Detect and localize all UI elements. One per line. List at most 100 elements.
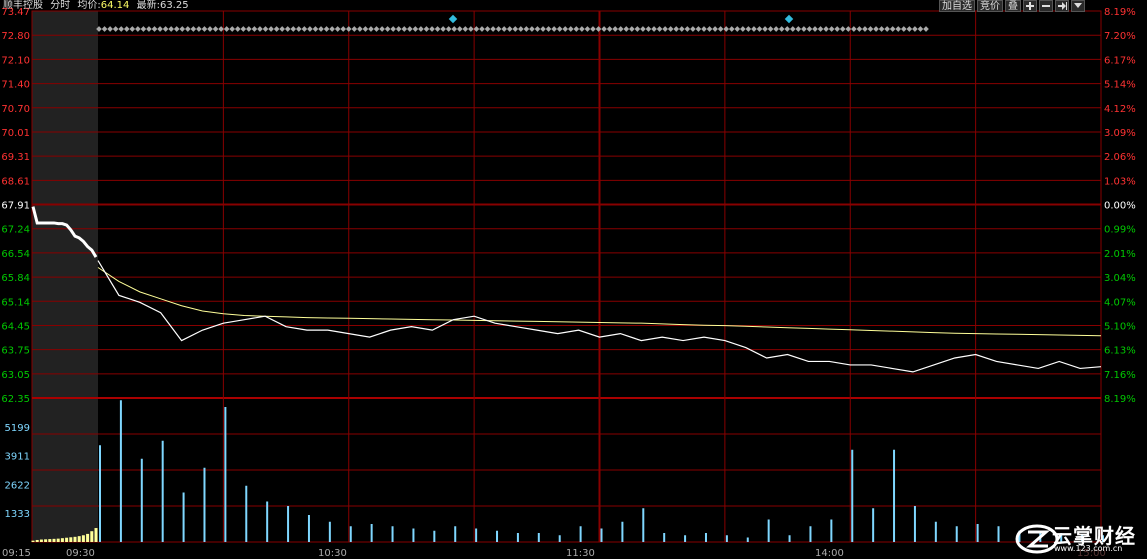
event-marker	[551, 26, 557, 32]
percent-tick-label: 0.99%	[1104, 225, 1136, 236]
event-marker	[601, 26, 607, 32]
event-marker	[584, 26, 591, 32]
auction-volume-bar	[86, 533, 90, 542]
auction-volume-bar	[73, 536, 77, 542]
event-marker	[889, 26, 896, 32]
percent-tick-label: 8.19%	[1104, 7, 1136, 18]
event-marker	[878, 26, 885, 32]
event-marker	[129, 26, 136, 32]
volume-bar	[307, 515, 310, 542]
percent-tick-label: 3.09%	[1104, 128, 1136, 139]
price-tick-label: 72.80	[1, 31, 30, 42]
event-marker	[734, 26, 741, 32]
event-marker	[395, 26, 402, 32]
event-marker	[562, 26, 569, 32]
event-marker	[817, 26, 824, 32]
event-marker	[567, 26, 574, 32]
event-marker	[895, 26, 902, 32]
auction-button[interactable]: 竞价	[977, 0, 1003, 12]
event-marker	[301, 26, 308, 32]
event-marker	[645, 26, 652, 32]
avg-price-label: 均价:	[77, 0, 101, 11]
add-watchlist-button[interactable]: 加自选	[939, 0, 975, 12]
event-marker	[257, 26, 263, 32]
overlay-button[interactable]: 叠	[1005, 0, 1021, 12]
event-marker	[873, 26, 879, 32]
event-marker	[462, 26, 469, 32]
percent-tick-label: 4.12%	[1104, 104, 1136, 115]
event-marker	[529, 26, 535, 32]
event-marker	[812, 26, 818, 32]
chevron-down-icon[interactable]	[1071, 0, 1085, 12]
event-marker	[368, 26, 374, 32]
volume-tick-label: 3911	[5, 452, 30, 463]
percent-tick-label: 0.00%	[1104, 201, 1136, 212]
volume-bar	[412, 528, 415, 542]
volume-bar	[182, 492, 185, 542]
volume-bar	[224, 407, 227, 542]
last-price-label: 最新:	[136, 0, 160, 11]
auction-panel-bg	[32, 11, 98, 542]
volume-bar	[809, 526, 812, 542]
event-marker	[146, 26, 152, 32]
event-marker	[268, 26, 274, 32]
volume-bar	[245, 485, 248, 542]
event-marker	[773, 26, 779, 32]
volume-bar	[266, 501, 269, 542]
event-marker	[740, 26, 746, 32]
intraday-chart: 73.4772.8072.1071.4070.7070.0169.3168.61…	[1, 7, 1136, 559]
event-marker	[695, 26, 702, 32]
event-marker	[517, 26, 524, 32]
auction-volume-bar	[44, 539, 48, 542]
event-marker	[923, 26, 929, 32]
event-marker	[240, 26, 247, 32]
volume-bar	[725, 535, 728, 542]
event-marker	[251, 26, 258, 32]
zoom-in-icon[interactable]	[1023, 0, 1037, 12]
event-marker	[345, 26, 352, 32]
event-marker	[912, 26, 918, 32]
event-marker	[412, 26, 419, 32]
event-marker	[401, 26, 408, 32]
event-marker	[839, 26, 846, 32]
volume-tick-label: 2622	[5, 480, 30, 491]
event-marker	[806, 26, 813, 32]
auction-volume-bar	[39, 539, 43, 542]
auction-volume-bar	[56, 538, 60, 542]
volume-bar	[391, 526, 394, 542]
avg-price-value: 64.14	[100, 0, 130, 11]
event-marker	[540, 26, 546, 32]
event-marker	[279, 26, 285, 32]
event-marker	[712, 26, 718, 32]
price-tick-label: 68.61	[1, 176, 30, 187]
event-marker	[273, 26, 280, 32]
auction-volume-bar	[52, 538, 56, 542]
event-marker	[784, 26, 791, 32]
event-marker	[290, 26, 297, 32]
price-tick-label: 71.40	[1, 80, 30, 91]
event-marker	[512, 26, 519, 32]
volume-bar	[851, 449, 854, 542]
event-marker	[379, 26, 385, 32]
event-marker	[357, 26, 363, 32]
volume-bar	[872, 508, 875, 542]
percent-tick-label: 8.19%	[1104, 394, 1136, 405]
event-marker	[828, 26, 835, 32]
jump-end-icon[interactable]	[1055, 0, 1069, 12]
event-marker	[323, 26, 330, 32]
price-tick-label: 65.14	[1, 297, 30, 308]
volume-bar	[475, 528, 478, 542]
event-marker	[107, 26, 113, 32]
event-marker	[573, 26, 580, 32]
volume-bar	[349, 526, 352, 542]
percent-tick-label: 6.17%	[1104, 55, 1136, 66]
zoom-out-icon[interactable]	[1039, 0, 1053, 12]
auction-volume-bar	[48, 539, 52, 542]
event-marker	[468, 26, 474, 32]
price-tick-label: 66.54	[1, 249, 30, 260]
stock-name[interactable]: 顺丰控股	[3, 0, 43, 11]
event-marker	[767, 26, 774, 32]
price-tick-label: 63.05	[1, 370, 30, 381]
event-marker	[801, 26, 807, 32]
volume-bar	[433, 530, 436, 542]
